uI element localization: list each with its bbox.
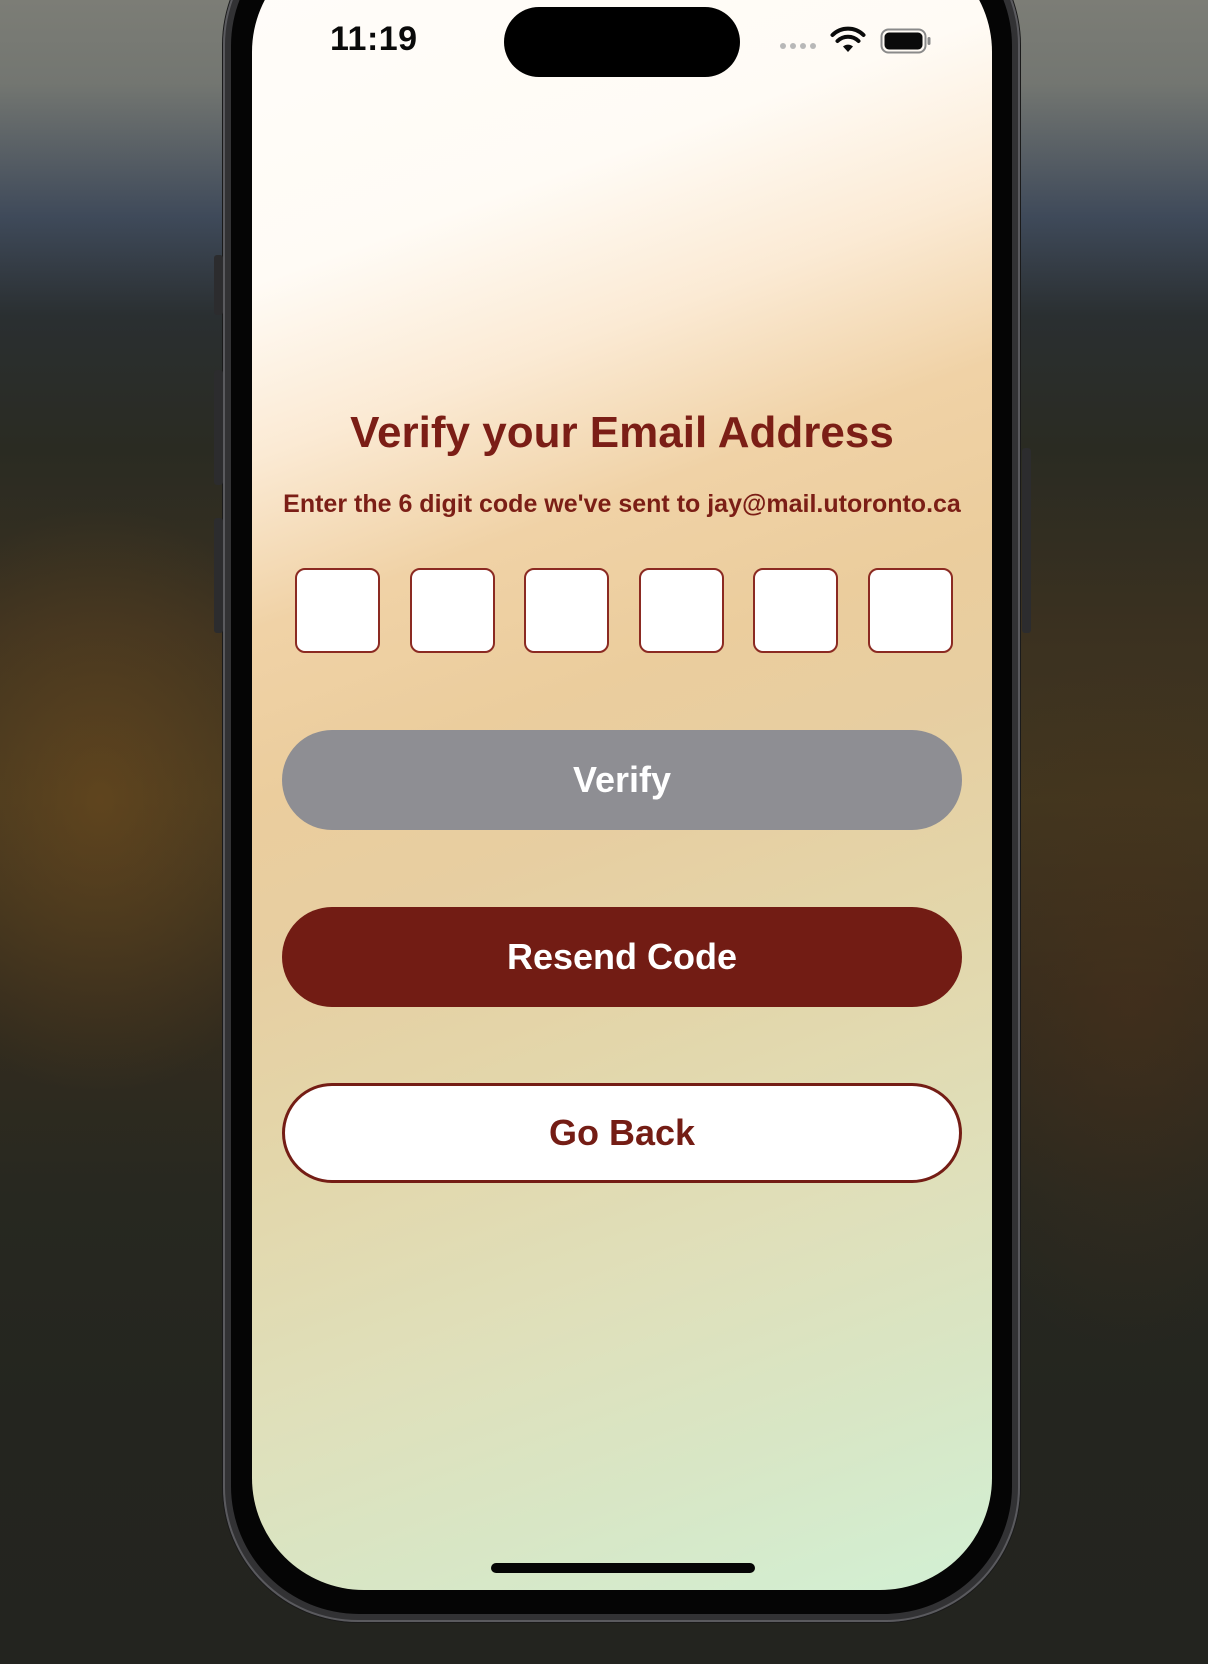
code-digit-4-input[interactable] [638,568,724,653]
resend-code-button-label: Resend Code [506,936,738,977]
instruction-text: Enter the 6 digit code we've sent to jay… [283,490,961,518]
verify-button-label: Verify [572,759,672,800]
battery-icon [880,28,931,54]
volume-up-button [214,370,223,485]
verification-code-input [295,568,953,653]
cellular-signal-icon [780,43,816,49]
go-back-button-label: Go Back [548,1112,696,1153]
code-digit-6-input[interactable] [867,568,953,653]
code-digit-3-input[interactable] [524,568,610,653]
page-title: Verify your Email Address [350,408,894,457]
code-digit-5-input[interactable] [753,568,839,653]
wifi-icon [830,26,866,52]
code-digit-1-input[interactable] [295,568,380,653]
home-indicator[interactable] [491,1563,755,1573]
code-digit-2-input[interactable] [409,568,495,653]
go-back-button[interactable]: Go Back [282,1083,962,1183]
verify-button[interactable]: Verify [282,730,962,830]
dynamic-island [504,7,740,77]
resend-code-button[interactable]: Resend Code [282,907,962,1007]
power-button [1022,448,1031,633]
volume-down-button [214,518,223,633]
action-button [214,255,223,315]
app-screen: 11:19 Verify your Email Address Enter th… [252,0,992,1590]
status-time: 11:19 [330,20,418,58]
